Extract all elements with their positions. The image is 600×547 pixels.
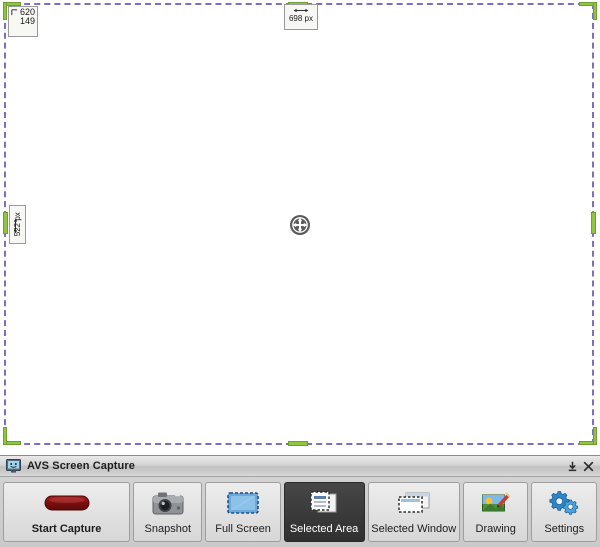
settings-label: Settings	[544, 523, 585, 535]
height-tooltip: 522 px	[9, 205, 26, 244]
monitor-icon	[6, 459, 21, 473]
full-screen-label: Full Screen	[215, 523, 271, 535]
full-screen-icon	[206, 483, 279, 523]
app-window: AVS Screen Capture Start Capture Snapsho…	[0, 455, 600, 547]
close-icon	[583, 461, 594, 471]
selected-area-label: Selected Area	[289, 523, 359, 535]
drawing-label: Drawing	[475, 523, 516, 535]
height-value: 522 px	[12, 211, 22, 236]
camera-icon	[134, 483, 201, 523]
minimize-button[interactable]	[565, 459, 580, 474]
position-y-value: 149	[19, 16, 35, 27]
snapshot-button[interactable]: Snapshot	[133, 482, 203, 542]
settings-button[interactable]: Settings	[531, 482, 597, 542]
gears-icon	[532, 483, 596, 523]
drawing-pencil-icon	[464, 483, 528, 523]
capture-region[interactable]: 620 149 698 px 522 px	[0, 0, 600, 455]
full-screen-button[interactable]: Full Screen	[205, 482, 281, 542]
start-capture-label: Start Capture	[31, 523, 102, 535]
app-title: AVS Screen Capture	[27, 460, 135, 472]
corner-arrow-icon	[11, 9, 18, 16]
selected-window-icon	[369, 483, 459, 523]
selected-area-icon	[285, 483, 364, 523]
start-capture-button[interactable]: Start Capture	[3, 482, 131, 542]
selected-window-button[interactable]: Selected Window	[367, 482, 460, 542]
resize-handle-bottom[interactable]	[288, 441, 308, 446]
width-value: 698 px	[288, 14, 314, 23]
resize-handle-left[interactable]	[3, 212, 8, 234]
minimize-to-tray-icon	[568, 461, 577, 471]
title-bar[interactable]: AVS Screen Capture	[0, 456, 600, 477]
record-button-icon	[4, 483, 129, 523]
move-crosshair-icon[interactable]	[289, 214, 311, 236]
close-button[interactable]	[581, 459, 596, 474]
selected-window-label: Selected Window	[371, 523, 457, 535]
drawing-button[interactable]: Drawing	[462, 482, 529, 542]
horizontal-double-arrow-icon	[293, 8, 309, 13]
position-tooltip: 620 149	[8, 6, 38, 37]
toolbar: Start Capture Snapshot Full Screen Selec…	[0, 477, 600, 547]
screen-capture-app-screenshot: 620 149 698 px 522 px AVS Screen Capture…	[0, 0, 600, 547]
width-tooltip: 698 px	[284, 4, 318, 30]
resize-handle-right[interactable]	[591, 212, 596, 234]
selected-area-button[interactable]: Selected Area	[283, 482, 365, 542]
snapshot-label: Snapshot	[144, 523, 192, 535]
